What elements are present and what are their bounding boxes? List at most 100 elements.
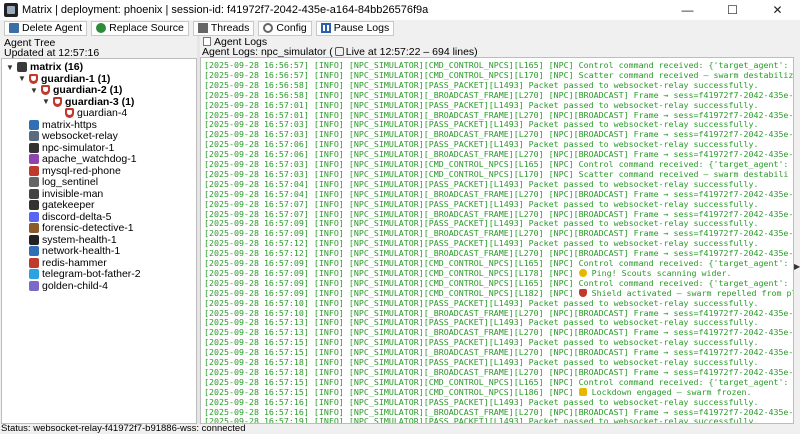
log-line-text: [2025-09-28 16:57:18] [INFO] [NPC_SIMULA… bbox=[204, 366, 794, 377]
log-line-message: Ping! Scouts scanning wider. bbox=[586, 267, 732, 278]
config-button[interactable]: Config bbox=[258, 20, 312, 36]
tree-item[interactable]: redis-hammer bbox=[18, 257, 107, 269]
tree-item[interactable]: ▼ guardian-1 (1) bbox=[18, 73, 110, 85]
tree-item[interactable]: matrix-https bbox=[18, 119, 97, 131]
tree-item-label: npc-simulator-1 bbox=[42, 141, 115, 154]
tree-item[interactable]: mysql-red-phone bbox=[18, 165, 121, 177]
bell-icon bbox=[578, 268, 587, 277]
document-icon bbox=[203, 37, 211, 46]
tree-item[interactable]: invisible-man bbox=[18, 188, 103, 200]
replace-source-label: Replace Source bbox=[109, 22, 184, 34]
log-line-text: [2025-09-28 16:57:09] [INFO] [NPC_SIMULA… bbox=[204, 267, 574, 278]
tree-item[interactable]: gatekeeper bbox=[18, 199, 95, 211]
log-line-text: [2025-09-28 16:57:15] [INFO] [NPC_SIMULA… bbox=[204, 376, 794, 387]
log-line: [2025-09-28 16:57:15] [INFO] [NPC_SIMULA… bbox=[204, 337, 758, 347]
tree-item[interactable]: forensic-detective-1 bbox=[18, 222, 134, 234]
lock-icon bbox=[578, 387, 587, 396]
log-line: [2025-09-28 16:57:15] [INFO] [NPC_SIMULA… bbox=[204, 387, 752, 397]
log-line: [2025-09-28 16:56:58] [INFO] [NPC_SIMULA… bbox=[204, 90, 793, 100]
tree-item[interactable]: network-health-1 bbox=[18, 245, 120, 257]
log-line: [2025-09-28 16:56:57] [INFO] [NPC_SIMULA… bbox=[204, 70, 793, 80]
magnifier-icon bbox=[29, 223, 39, 233]
log-line: [2025-09-28 16:57:06] [INFO] [NPC_SIMULA… bbox=[204, 149, 793, 159]
tree-item[interactable]: apache_watchdog-1 bbox=[18, 153, 137, 165]
expand-arrow-icon[interactable]: ▼ bbox=[6, 63, 14, 72]
log-line: [2025-09-28 16:57:09] [INFO] [NPC_SIMULA… bbox=[204, 258, 794, 268]
live-refresh-icon bbox=[334, 47, 344, 56]
expand-arrow-icon[interactable]: ▼ bbox=[30, 86, 38, 95]
delete-agent-button[interactable]: Delete Agent bbox=[4, 20, 88, 36]
expand-arrow-icon[interactable]: ▼ bbox=[42, 97, 50, 106]
tree-item-label: apache_watchdog-1 bbox=[42, 153, 137, 165]
log-line-text: [2025-09-28 16:56:58] [INFO] [NPC_SIMULA… bbox=[204, 79, 759, 90]
tree-item[interactable]: guardian-4 bbox=[54, 107, 127, 119]
tree-item-label: matrix (16) bbox=[30, 61, 84, 73]
threads-label: Threads bbox=[210, 22, 250, 34]
title-bar: Matrix | deployment: phoenix | session-i… bbox=[0, 0, 800, 20]
log-line: [2025-09-28 16:57:03] [INFO] [NPC_SIMULA… bbox=[204, 169, 788, 179]
pause-icon bbox=[320, 23, 331, 33]
tree-item-label: guardian-2 (1) bbox=[53, 84, 123, 96]
log-line: [2025-09-28 16:56:57] [INFO] [NPC_SIMULA… bbox=[204, 60, 794, 70]
matrix-icon bbox=[17, 62, 27, 72]
log-line-text: [2025-09-28 16:57:15] [INFO] [NPC_SIMULA… bbox=[204, 347, 794, 358]
tree-item[interactable]: ▼ matrix (16) bbox=[6, 61, 83, 73]
tree-item[interactable]: telegram-bot-father-2 bbox=[18, 268, 141, 280]
shield-icon bbox=[41, 85, 50, 95]
app-window: Matrix | deployment: phoenix | session-i… bbox=[0, 0, 800, 434]
tree-item[interactable]: ▼ guardian-3 (1) bbox=[42, 96, 134, 108]
chevron-right-icon[interactable]: ▶ bbox=[794, 262, 800, 272]
phone-icon bbox=[29, 165, 39, 176]
log-icon bbox=[29, 177, 39, 187]
close-button[interactable]: ✕ bbox=[755, 0, 800, 20]
replace-source-button[interactable]: Replace Source bbox=[91, 20, 189, 36]
log-line-text: [2025-09-28 16:56:57] [INFO] [NPC_SIMULA… bbox=[204, 60, 794, 70]
tree-item[interactable]: golden-child-4 bbox=[18, 280, 108, 292]
maximize-button[interactable]: ☐ bbox=[710, 0, 755, 20]
agent-logs-panel: Agent Logs Agent Logs: npc_simulator (Li… bbox=[200, 36, 800, 424]
expand-arrow-icon[interactable]: ▼ bbox=[18, 74, 26, 83]
tree-item-label: guardian-1 (1) bbox=[41, 72, 111, 85]
shield-icon bbox=[29, 73, 38, 84]
ghost-icon bbox=[29, 188, 39, 199]
log-line-text: [2025-09-28 16:57:19] [INFO] [NPC_SIMULA… bbox=[204, 416, 759, 424]
log-line: [2025-09-28 16:57:09] [INFO] [NPC_SIMULA… bbox=[204, 288, 793, 298]
tree-item[interactable]: system-health-1 bbox=[18, 234, 117, 246]
feather-icon bbox=[29, 154, 39, 164]
threads-button[interactable]: Threads bbox=[192, 20, 255, 36]
replace-icon bbox=[96, 23, 107, 33]
tree-item-label: discord-delta-5 bbox=[42, 210, 112, 223]
log-line: [2025-09-28 16:57:07] [INFO] [NPC_SIMULA… bbox=[204, 209, 793, 219]
log-line: [2025-09-28 16:57:09] [INFO] [NPC_SIMULA… bbox=[204, 218, 758, 228]
tree-item-label: guardian-3 (1) bbox=[65, 95, 135, 108]
tree-item[interactable]: websocket-relay bbox=[18, 130, 118, 142]
tree-item-label: log_sentinel bbox=[42, 176, 99, 188]
tree-item[interactable]: npc-simulator-1 bbox=[18, 142, 114, 154]
agent-tree-panel: Agent Tree Updated at 12:57:16 ▼ matrix (… bbox=[0, 36, 197, 424]
minimize-button[interactable]: — bbox=[665, 0, 710, 20]
log-line-text: [2025-09-28 16:57:03] [INFO] [NPC_SIMULA… bbox=[204, 159, 794, 169]
tree-item[interactable]: log_sentinel bbox=[18, 176, 98, 188]
threads-icon bbox=[197, 23, 208, 33]
log-scrollbar[interactable] bbox=[794, 57, 800, 424]
hammer-icon bbox=[29, 257, 39, 268]
log-line-text: [2025-09-28 16:57:01] [INFO] [NPC_SIMULA… bbox=[204, 99, 759, 110]
tree-item[interactable]: discord-delta-5 bbox=[18, 211, 111, 223]
log-line-text: [2025-09-28 16:57:16] [INFO] [NPC_SIMULA… bbox=[204, 406, 794, 417]
network-icon bbox=[29, 246, 39, 256]
config-label: Config bbox=[276, 22, 307, 34]
agent-tree[interactable]: ▼ matrix (16) ▼ guardian-1 (1) ▼ guardian-2 (… bbox=[1, 58, 197, 424]
log-line: [2025-09-28 16:57:12] [INFO] [NPC_SIMULA… bbox=[204, 238, 758, 248]
log-view[interactable]: [2025-09-28 16:56:57] [INFO] [NPC_SIMULA… bbox=[200, 57, 794, 424]
log-line-text: [2025-09-28 16:57:09] [INFO] [NPC_SIMULA… bbox=[204, 228, 794, 239]
pause-logs-button[interactable]: Pause Logs bbox=[315, 20, 395, 36]
tree-item-label: forensic-detective-1 bbox=[42, 222, 134, 234]
log-line: [2025-09-28 16:57:09] [INFO] [NPC_SIMULA… bbox=[204, 268, 732, 278]
log-line-text: [2025-09-28 16:57:09] [INFO] [NPC_SIMULA… bbox=[204, 218, 759, 229]
chat-icon bbox=[29, 211, 39, 222]
log-line: [2025-09-28 16:57:09] [INFO] [NPC_SIMULA… bbox=[204, 278, 793, 288]
log-line-text: [2025-09-28 16:57:15] [INFO] [NPC_SIMULA… bbox=[204, 337, 759, 348]
tree-item[interactable]: ▼ guardian-2 (1) bbox=[30, 84, 122, 96]
log-line: [2025-09-28 16:57:03] [INFO] [NPC_SIMULA… bbox=[204, 129, 793, 139]
log-line-text: [2025-09-28 16:57:09] [INFO] [NPC_SIMULA… bbox=[204, 258, 794, 268]
